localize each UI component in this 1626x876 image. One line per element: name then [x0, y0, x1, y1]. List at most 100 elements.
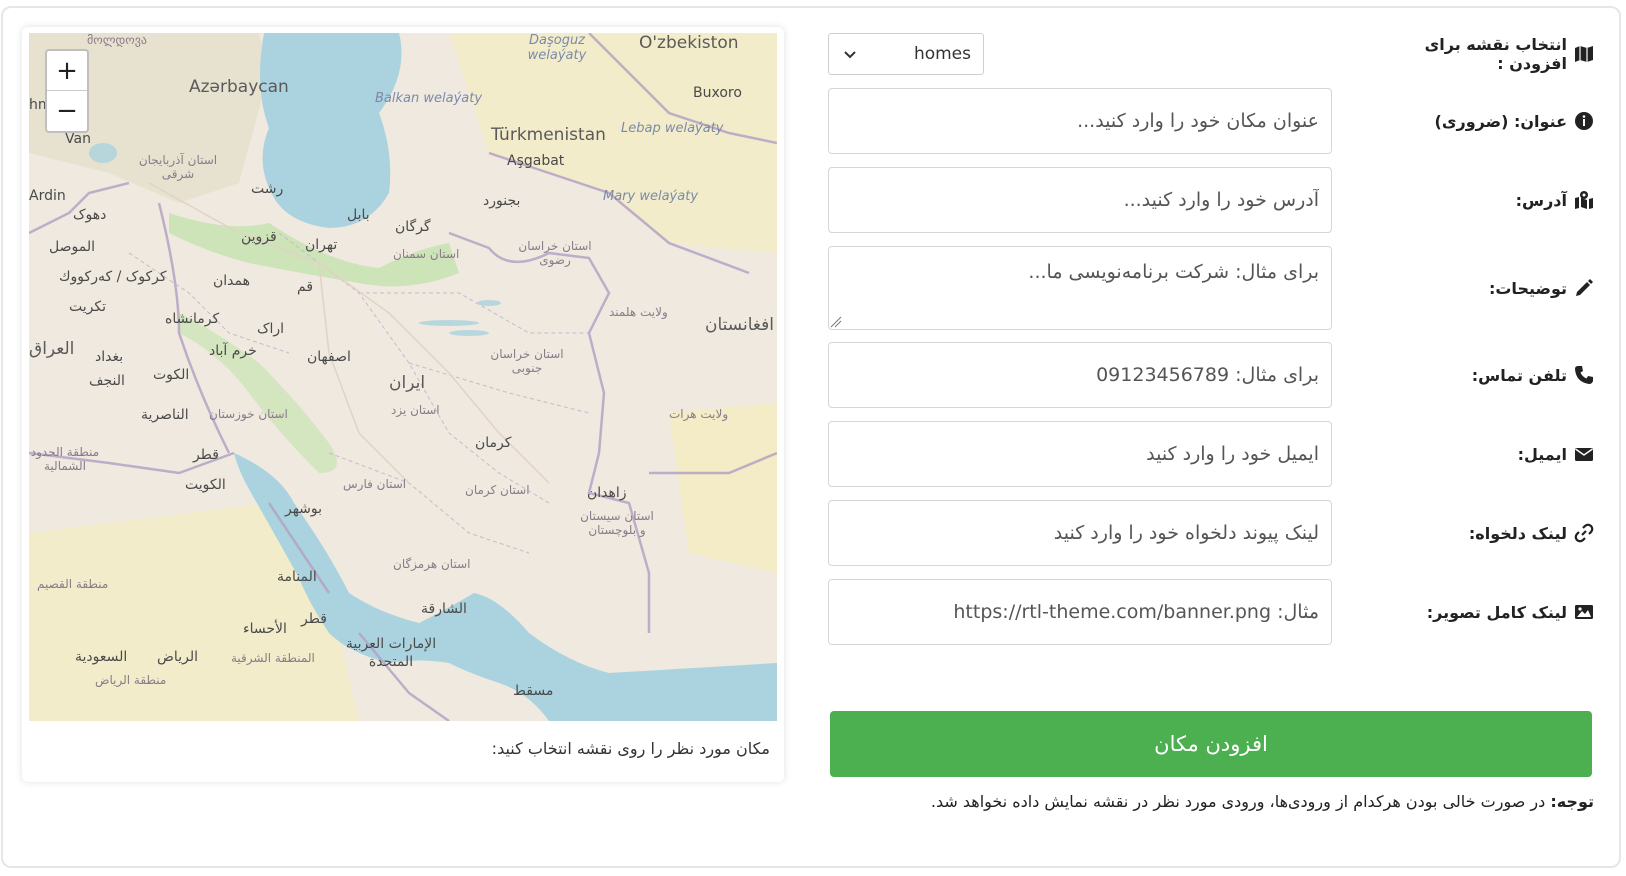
- map-label: المنطقة الشرقية: [231, 651, 315, 665]
- map-label: ولایت هلمند: [609, 305, 668, 319]
- image-url-input[interactable]: [828, 579, 1332, 645]
- map-label: منطقة الحدود الشمالية: [30, 445, 100, 473]
- email-label: ایمیل:: [1404, 421, 1594, 487]
- image-row: لینک کامل تصویر:: [828, 579, 1594, 645]
- map-caption: مکان مورد نظر را روی نقشه انتخاب کنید:: [491, 739, 770, 758]
- map-label: النجف: [89, 373, 125, 389]
- map-label: تكريت: [69, 299, 106, 315]
- note-text: در صورت خالی بودن هرکدام از ورودی‌ها، ور…: [930, 792, 1551, 811]
- map-label: المنامة: [277, 569, 317, 585]
- image-label-text: لینک کامل تصویر:: [1426, 602, 1567, 622]
- map-label: استان آذربایجان شرقی: [138, 153, 218, 181]
- map-label: استان سیستان و بلوچستان: [580, 509, 654, 537]
- map-label: Daşoguz welaýaty: [527, 33, 587, 63]
- map-label: کرکوک / كەركووك: [59, 269, 167, 285]
- address-input[interactable]: [828, 167, 1332, 233]
- zoom-control: + −: [45, 49, 89, 133]
- map-label: قطر: [193, 447, 219, 463]
- map-select-label-text: انتخاب نقشه برای افزودن :: [1424, 35, 1567, 73]
- map-select-value: homes: [913, 44, 971, 64]
- link-icon: [1574, 523, 1594, 543]
- map-select-label: انتخاب نقشه برای افزودن :: [1404, 30, 1594, 78]
- description-textarea[interactable]: [828, 246, 1332, 330]
- map-label: الناصرية: [141, 407, 189, 423]
- description-label-text: توضیحات:: [1488, 278, 1567, 298]
- phone-icon: [1574, 365, 1594, 385]
- map-label: بوشهر: [285, 501, 323, 517]
- zoom-in-button[interactable]: +: [47, 51, 87, 91]
- map-label: قزوین: [241, 229, 277, 245]
- map-label: Balkan welaýaty: [375, 91, 483, 106]
- map-label: افغانستان: [705, 315, 774, 335]
- map-marked-icon: [1574, 190, 1594, 210]
- map-label: کرمانشاه: [165, 311, 220, 327]
- phone-input[interactable]: [828, 342, 1332, 408]
- map-view[interactable]: მოლდოვა Azərbaycan hmam Van Ardin Daşogu…: [29, 33, 777, 721]
- chevron-down-icon: [844, 51, 856, 59]
- map-select-row: انتخاب نقشه برای افزودن : homes: [828, 30, 1594, 78]
- map-label: قطر: [301, 611, 327, 627]
- title-label: عنوان: (ضروری): [1404, 88, 1594, 154]
- email-row: ایمیل:: [828, 421, 1594, 487]
- phone-label: تلفن تماس:: [1404, 342, 1594, 408]
- map-label: استان خوزستان: [209, 407, 288, 421]
- address-row: آدرس:: [828, 167, 1594, 233]
- add-place-button[interactable]: افزودن مکان: [830, 711, 1592, 777]
- image-icon: [1574, 602, 1594, 622]
- map-label: Ardin: [29, 188, 66, 204]
- map-label: بجنورد: [483, 193, 521, 209]
- map-label: استان خراسان جنوبی: [490, 347, 564, 375]
- map-label: Buxoro: [693, 85, 742, 101]
- map-label: الشارقة: [421, 601, 467, 617]
- map-label: الکویت: [185, 477, 226, 493]
- map-label: همدان: [213, 273, 250, 289]
- description-label: توضیحات:: [1404, 246, 1594, 330]
- zoom-out-button[interactable]: −: [47, 91, 87, 131]
- map-label: استان کرمان: [465, 483, 530, 497]
- title-input[interactable]: [828, 88, 1332, 154]
- map-label: الإمارات العربية المتحدة: [345, 636, 437, 670]
- map-label: دهوک: [73, 207, 107, 223]
- map-label: الكوت: [153, 367, 190, 383]
- map-label: خرم آباد: [209, 343, 257, 359]
- map-select[interactable]: homes: [828, 33, 984, 75]
- map-label: Van: [65, 131, 91, 147]
- map-label: منطقة القصيم: [37, 577, 109, 591]
- pencil-icon: [1574, 278, 1594, 298]
- map-label: تهران: [305, 237, 338, 253]
- link-label: لینک دلخواه:: [1404, 500, 1594, 566]
- address-label-text: آدرس:: [1515, 190, 1567, 210]
- map-label: استان یزد: [391, 403, 440, 417]
- map-label: O'zbekiston: [639, 33, 739, 53]
- map-label: رشت: [251, 181, 284, 197]
- map-label: الرياض: [157, 649, 198, 665]
- map-label: Mary welaýaty: [603, 189, 699, 204]
- email-label-text: ایمیل:: [1517, 444, 1567, 464]
- map-label: قم: [297, 279, 314, 295]
- map-label: ایران: [389, 373, 426, 393]
- map-label: اصفهان: [307, 349, 351, 365]
- map-label: Lebap welaýaty: [621, 121, 724, 136]
- link-label-text: لینک دلخواه:: [1468, 523, 1567, 543]
- link-input[interactable]: [828, 500, 1332, 566]
- map-label: العراق: [29, 339, 75, 359]
- map-label: الموصل: [49, 239, 95, 255]
- map-label: Azərbaycan: [189, 77, 289, 97]
- resize-grip-icon[interactable]: [830, 316, 842, 328]
- email-input[interactable]: [828, 421, 1332, 487]
- link-row: لینک دلخواه:: [828, 500, 1594, 566]
- map-label: بغداد: [95, 349, 124, 365]
- map-label: استان خراسان رضوی: [518, 239, 592, 267]
- map-label: مسقط: [513, 683, 554, 699]
- phone-row: تلفن تماس:: [828, 342, 1594, 408]
- map-label: Aşgabat: [507, 153, 565, 169]
- image-label: لینک کامل تصویر:: [1404, 579, 1594, 645]
- title-row: عنوان: (ضروری): [828, 88, 1594, 154]
- map-label: کرمان: [475, 435, 512, 451]
- map-label: بابل: [347, 207, 370, 223]
- map-label: ولایت هرات: [669, 407, 729, 421]
- map-label: استان هرمزگان: [393, 557, 471, 571]
- map-label: الأحساء: [243, 621, 287, 637]
- map-label: استان سمنان: [393, 247, 460, 261]
- address-label: آدرس:: [1404, 167, 1594, 233]
